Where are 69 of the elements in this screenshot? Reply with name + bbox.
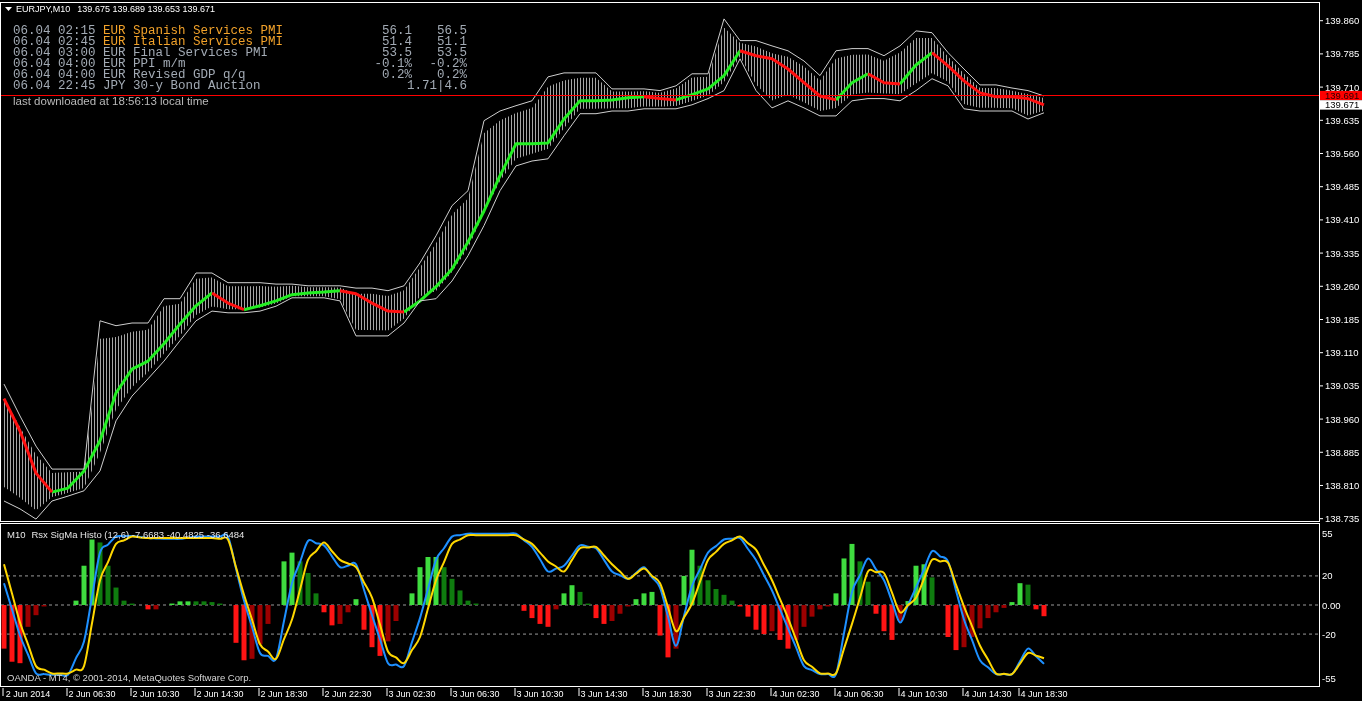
time-axis-label: 2 Jun 18:30 xyxy=(260,688,308,699)
timeframe-label: M10 xyxy=(7,529,26,540)
symbol-label: EURJPY,M10 xyxy=(16,3,71,14)
news-value: 53.5 xyxy=(437,48,467,59)
price-axis-label: 139.335 xyxy=(1325,247,1360,259)
news-event: JPY 30-y Bond Auction xyxy=(103,81,262,92)
news-event: EUR Italian Services PMI xyxy=(103,37,285,48)
time-axis-label: 4 Jun 02:30 xyxy=(772,688,820,699)
news-time: 06.04 22:45 xyxy=(13,81,97,92)
news-value: 53.5 xyxy=(382,48,412,59)
indicator-axis-label: -55 xyxy=(1322,672,1336,684)
news-time: 06.04 04:00 xyxy=(13,70,97,81)
time-axis-label: 3 Jun 22:30 xyxy=(708,688,756,699)
news-event: EUR Revised GDP q/q xyxy=(103,70,246,81)
news-value: 51.1 xyxy=(436,37,467,48)
price-axis-label: 139.410 xyxy=(1325,214,1360,226)
indicator-axis-label: 20 xyxy=(1322,570,1333,582)
price-axis-label: 139.260 xyxy=(1325,280,1360,292)
price-axis-label: 139.785 xyxy=(1325,48,1360,60)
time-axis-label: 4 Jun 10:30 xyxy=(900,688,948,699)
price-axis-label: 139.485 xyxy=(1325,181,1360,193)
price-axis-label: 139.185 xyxy=(1325,314,1360,325)
price-axis-label: 138.735 xyxy=(1325,513,1360,522)
time-axis-label: 3 Jun 18:30 xyxy=(644,688,692,699)
price-axis-label: 139.035 xyxy=(1325,380,1360,392)
price-axis-label: 139.635 xyxy=(1325,114,1360,126)
price-axis-label: 138.810 xyxy=(1325,479,1360,491)
price-axis-label: 139.110 xyxy=(1325,347,1359,359)
news-value: 56.5 xyxy=(436,26,467,37)
price-axis-label: 138.885 xyxy=(1325,446,1360,458)
indicator-axis-label: 0.00 xyxy=(1322,599,1341,611)
time-axis-label: 3 Jun 10:30 xyxy=(516,688,564,699)
news-event: EUR Final Services PMI xyxy=(103,48,270,59)
time-axis-label: 3 Jun 02:30 xyxy=(388,688,436,699)
price-axis-label: 138.960 xyxy=(1325,413,1360,425)
time-axis-label: 3 Jun 14:30 xyxy=(580,688,628,699)
news-time: 06.04 03:00 xyxy=(13,48,97,59)
time-axis-label: 2 Jun 22:30 xyxy=(324,688,372,699)
time-axis-label: 2 Jun 14:30 xyxy=(196,688,244,699)
price-tag: 139.691 xyxy=(1320,90,1362,101)
news-time: 06.04 02:45 xyxy=(13,37,97,48)
news-value: 0.2% xyxy=(437,70,467,81)
news-value: 56.1 xyxy=(381,26,412,37)
news-value: 0.2% xyxy=(381,70,412,81)
time-axis-label: 2 Jun 2014 xyxy=(5,688,51,699)
indicator-axis-label: -20 xyxy=(1322,628,1336,640)
time-axis-label: 2 Jun 06:30 xyxy=(68,688,116,699)
news-value: -0.1% xyxy=(373,59,412,70)
news-event: EUR Spanish Services PMI xyxy=(103,26,285,37)
ref-line-label: 139.691 xyxy=(1325,90,1360,102)
indicator-axis-label: 55 xyxy=(1322,527,1333,539)
time-axis-label: 4 Jun 18:30 xyxy=(1020,688,1068,699)
ohlc-values: 139.675 139.689 139.653 139.671 xyxy=(77,3,215,14)
news-value: 51.4 xyxy=(381,37,412,48)
time-axis-label: 4 Jun 14:30 xyxy=(964,688,1012,699)
price-tag: 139.671 xyxy=(1320,99,1362,111)
price-axis-label: 139.560 xyxy=(1325,148,1360,159)
news-value: 1.71|4.6 xyxy=(407,81,467,92)
price-axis-label: 139.710 xyxy=(1325,81,1360,93)
news-time: 06.04 04:00 xyxy=(13,59,97,70)
news-value: -0.2% xyxy=(428,59,467,70)
dropdown-triangle-icon[interactable] xyxy=(5,6,12,11)
time-axis-label: 2 Jun 10:30 xyxy=(132,688,180,699)
news-event: EUR PPI m/m xyxy=(103,59,187,70)
price-axis-label: 139.860 xyxy=(1325,15,1360,27)
time-axis-label: 3 Jun 06:30 xyxy=(452,688,500,699)
news-time: 06.04 02:15 xyxy=(13,26,97,37)
download-status: last downloaded at 18:56:13 local time xyxy=(13,95,209,107)
time-axis-label: 4 Jun 06:30 xyxy=(836,688,884,699)
